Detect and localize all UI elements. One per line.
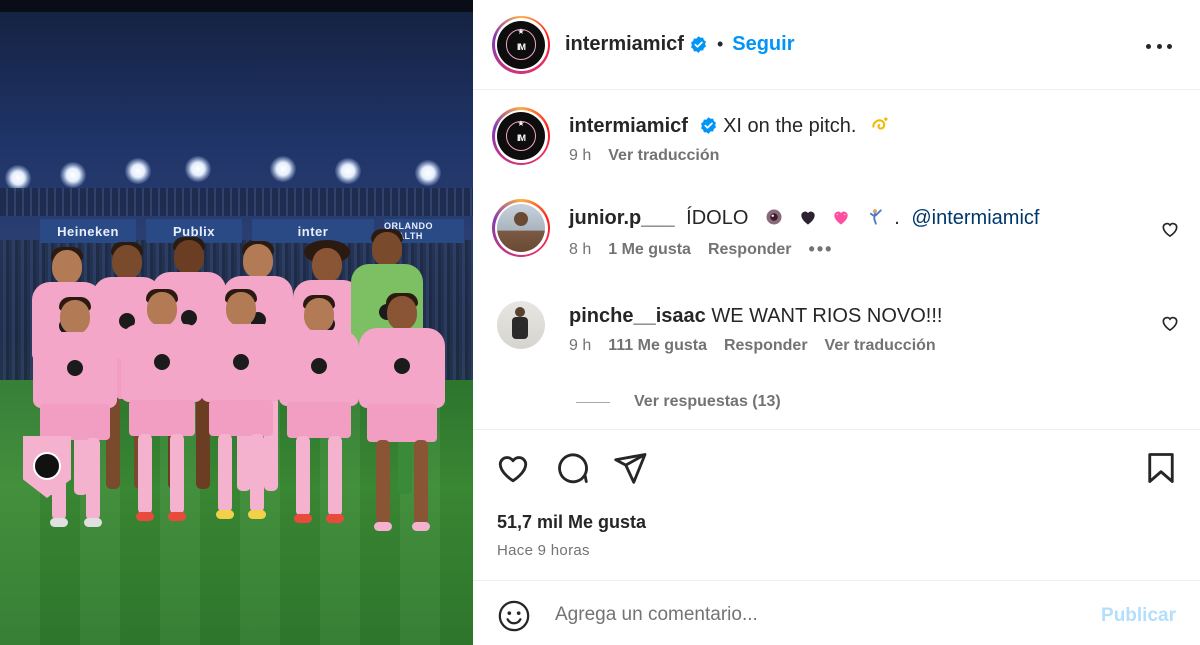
- caption-avatar-ring[interactable]: ★ IM: [492, 107, 550, 165]
- eye-emoji-icon: [764, 207, 784, 227]
- player: [356, 293, 448, 546]
- verified-badge-icon: [699, 116, 718, 135]
- commenter-avatar: [497, 204, 545, 252]
- comment-separator: .: [894, 207, 900, 229]
- author-username[interactable]: intermiamicf: [565, 33, 684, 56]
- comment-options-icon[interactable]: •••: [809, 239, 834, 260]
- comments-scroll-area[interactable]: ★ IM intermiamicf XI on the pitch. 9 h V…: [473, 91, 1200, 428]
- commenter-avatar-ring[interactable]: [492, 199, 550, 257]
- save-bookmark-icon[interactable]: [1143, 450, 1179, 486]
- post-photo[interactable]: Heineken Publix inter ORLANDO HEALTH: [0, 0, 473, 645]
- golfer-emoji-icon: [865, 207, 885, 227]
- player: [278, 295, 360, 538]
- view-replies-button[interactable]: Ver respuestas (13): [634, 393, 781, 411]
- comment-input[interactable]: [555, 599, 1075, 631]
- emoji-picker-icon[interactable]: [497, 599, 531, 633]
- comment-likes-count[interactable]: 1 Me gusta: [608, 241, 691, 259]
- caption-text: XI on the pitch.: [723, 115, 857, 137]
- author-avatar-ring[interactable]: ★ IM: [492, 15, 550, 74]
- player: [200, 289, 282, 532]
- post-timestamp: Hace 9 horas: [497, 542, 590, 559]
- more-options-icon[interactable]: [1146, 33, 1172, 59]
- comment-username[interactable]: junior.p___: [569, 207, 675, 229]
- photo-top-edge: [0, 0, 473, 12]
- like-icon[interactable]: [495, 450, 531, 486]
- ad-banner: Heineken: [40, 219, 136, 243]
- commenter-avatar[interactable]: [497, 301, 545, 349]
- post-header: ★ IM intermiamicf • Seguir: [473, 0, 1200, 90]
- header-separator: •: [716, 34, 724, 54]
- player: [30, 297, 120, 540]
- post-likes-count[interactable]: 51,7 mil Me gusta: [497, 512, 646, 533]
- comment-translate-link[interactable]: Ver traducción: [825, 337, 936, 355]
- comment-time: 8 h: [569, 240, 592, 258]
- caption-avatar: ★ IM: [497, 112, 545, 160]
- view-replies-row[interactable]: Ver respuestas (13): [576, 393, 781, 411]
- comment-composer: Publicar: [473, 580, 1200, 645]
- comment-item: pinche__isaac WE WANT RIOS NOVO!!! 9 h 1…: [492, 301, 1180, 371]
- caption-row: ★ IM intermiamicf XI on the pitch. 9 h V…: [492, 107, 1180, 177]
- comment-time: 9 h: [569, 337, 592, 354]
- comment-item: junior.p___ ÍDOLO . @intermiamicf 8 h 1 …: [492, 199, 1180, 269]
- comment-like-icon[interactable]: [1160, 313, 1180, 333]
- share-icon[interactable]: [612, 450, 648, 486]
- comment-mention-link[interactable]: @intermiamicf: [911, 207, 1039, 229]
- caption-username[interactable]: intermiamicf: [569, 115, 688, 137]
- dizzy-emoji-icon: [870, 115, 890, 135]
- comment-text: WE WANT RIOS NOVO!!!: [711, 305, 943, 327]
- verified-badge-icon: [689, 35, 708, 54]
- author-avatar: ★ IM: [497, 20, 545, 69]
- caption-translate-link[interactable]: Ver traducción: [608, 147, 719, 165]
- follow-button[interactable]: Seguir: [732, 33, 794, 56]
- reply-button[interactable]: Responder: [708, 241, 792, 259]
- stadium-truss: [0, 188, 473, 216]
- caption-time: 9 h: [569, 147, 592, 164]
- comment-icon[interactable]: [554, 450, 590, 486]
- player: [120, 289, 204, 532]
- replies-divider: [576, 401, 610, 403]
- black-heart-emoji-icon: [798, 207, 818, 227]
- club-crest-icon: [33, 452, 61, 480]
- comment-text: ÍDOLO: [686, 207, 749, 229]
- pink-heart-emoji-icon: [831, 207, 851, 227]
- comment-username[interactable]: pinche__isaac: [569, 305, 706, 327]
- post-details-panel: ★ IM intermiamicf • Seguir ★ IM intermia…: [473, 0, 1200, 645]
- comment-likes-count[interactable]: 111 Me gusta: [608, 337, 707, 355]
- publish-button[interactable]: Publicar: [1101, 605, 1176, 627]
- reply-button[interactable]: Responder: [724, 337, 808, 355]
- post-actions: 51,7 mil Me gusta Hace 9 horas: [473, 429, 1200, 579]
- instagram-post-window: Heineken Publix inter ORLANDO HEALTH ★ I…: [0, 0, 1200, 645]
- comment-like-icon[interactable]: [1160, 219, 1180, 239]
